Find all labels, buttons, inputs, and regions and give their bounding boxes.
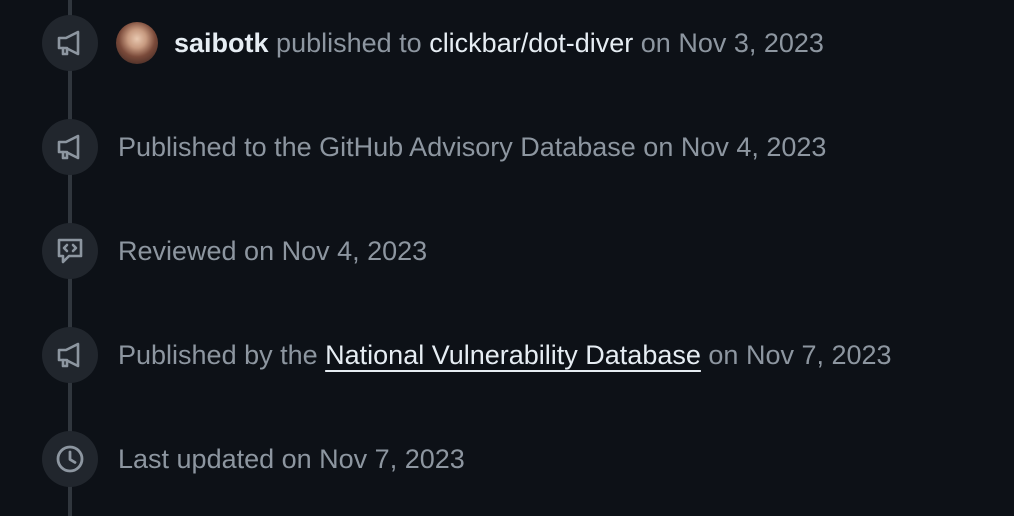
- advisory-timeline: saibotk published to clickbar/dot-diver …: [0, 0, 1014, 516]
- timeline-item-published-repo: saibotk published to clickbar/dot-diver …: [0, 13, 1014, 73]
- nvd-link[interactable]: National Vulnerability Database: [325, 340, 701, 370]
- timeline-text: Published to the GitHub Advisory Databas…: [118, 132, 827, 162]
- repo-link[interactable]: clickbar/dot-diver: [429, 28, 633, 58]
- prefix-text: Published by the: [118, 340, 318, 370]
- timeline-item-published-advisory: Published to the GitHub Advisory Databas…: [0, 117, 1014, 177]
- timeline-badge: [42, 223, 98, 279]
- timeline-item-reviewed: Reviewed on Nov 4, 2023: [0, 221, 1014, 281]
- timeline-badge: [42, 431, 98, 487]
- timeline-text: Last updated on Nov 7, 2023: [118, 444, 465, 474]
- timeline-text: saibotk published to clickbar/dot-diver …: [174, 27, 824, 59]
- megaphone-icon: [57, 342, 80, 368]
- timeline-item-published-nvd: Published by the National Vulnerability …: [0, 325, 1014, 385]
- timeline-text: Reviewed on Nov 4, 2023: [118, 236, 428, 266]
- timeline-badge: [42, 15, 98, 71]
- date-text: on Nov 7, 2023: [708, 340, 892, 370]
- megaphone-icon: [57, 30, 80, 56]
- author-link[interactable]: saibotk: [174, 28, 269, 58]
- timeline-badge: [42, 327, 98, 383]
- timeline-item-last-updated: Last updated on Nov 7, 2023: [0, 429, 1014, 489]
- code-review-icon: [57, 238, 83, 264]
- clock-icon: [56, 445, 84, 473]
- timeline-text: Published by the National Vulnerability …: [118, 339, 892, 371]
- avatar[interactable]: [116, 22, 158, 64]
- date-text: on Nov 3, 2023: [640, 28, 824, 58]
- timeline-badge: [42, 119, 98, 175]
- verb-text: published to: [276, 28, 422, 58]
- megaphone-icon: [57, 134, 80, 160]
